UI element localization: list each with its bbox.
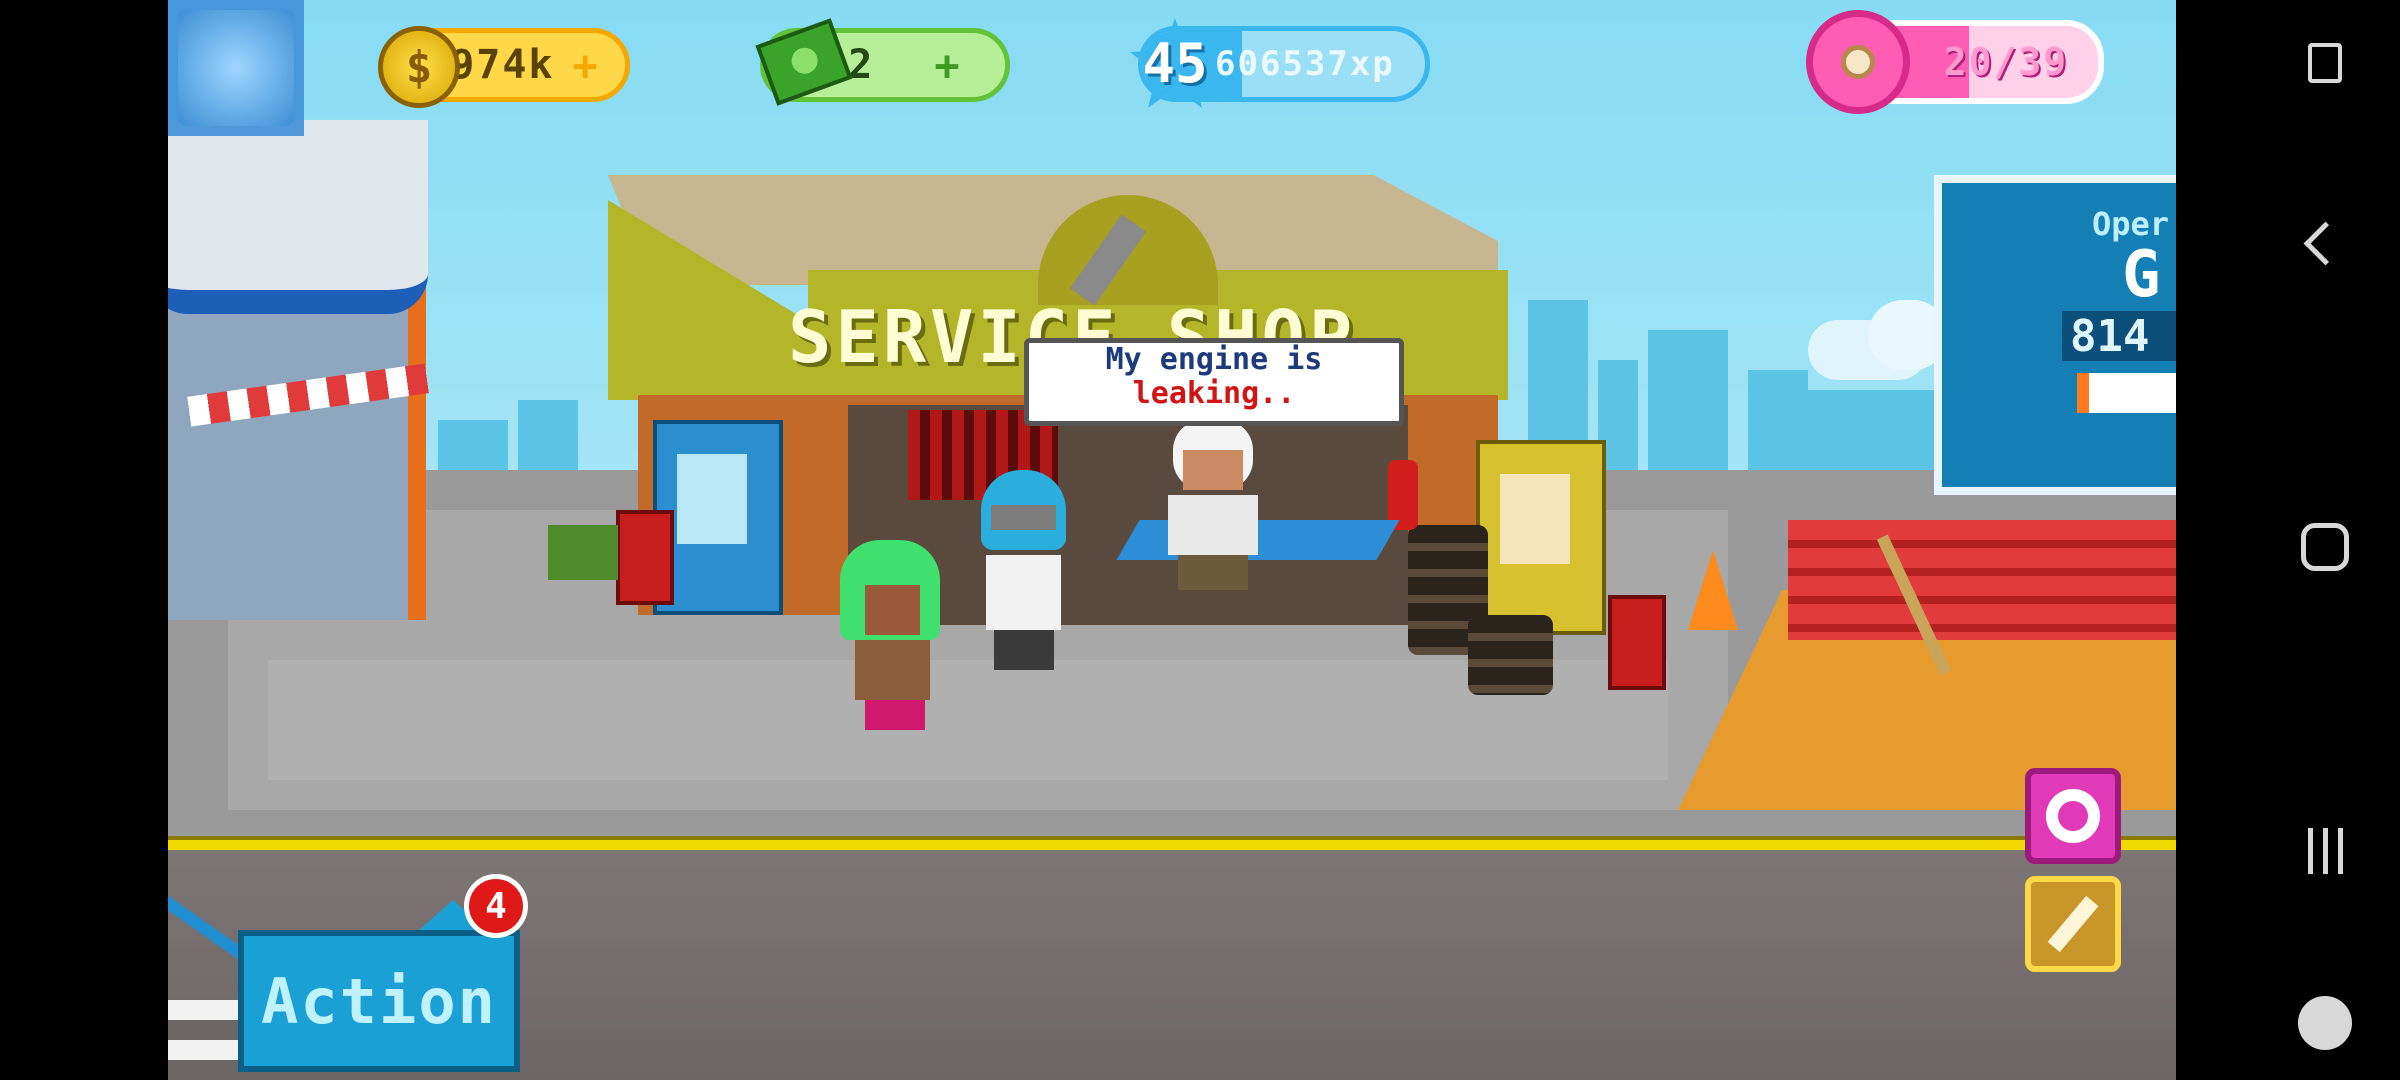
repair-button[interactable]: [2025, 876, 2121, 972]
wrench-icon: [1069, 214, 1147, 306]
coins-value: 974k: [450, 42, 555, 88]
coins-add-button[interactable]: +: [573, 41, 600, 90]
speech-line-1: My engine is: [1105, 342, 1323, 377]
cash-add-button[interactable]: +: [934, 41, 961, 90]
character-helmet[interactable]: [976, 470, 1071, 670]
dollar-coin-icon: $: [378, 26, 460, 108]
donut-value: 20/39: [1943, 40, 2069, 84]
billboard-big: G: [2122, 238, 2161, 312]
speech-line-2: leaking..: [1132, 376, 1296, 411]
action-button[interactable]: Action: [238, 930, 520, 1072]
character-green-hair[interactable]: [840, 540, 940, 730]
level-number: 45: [1142, 32, 1208, 95]
cash-value: 2: [848, 42, 875, 88]
game-tools-icon[interactable]: [2290, 988, 2360, 1058]
vending-machine-yellow[interactable]: [1476, 440, 1606, 635]
plaza-tiles: [268, 660, 1668, 780]
left-tower-roof: [168, 120, 428, 314]
mailbox: [1608, 595, 1666, 690]
plant-box: [548, 525, 618, 580]
wrench-icon: [2047, 895, 2099, 953]
action-badge: 4: [464, 874, 528, 938]
billboard[interactable]: Oper G 814: [1934, 175, 2176, 495]
screenshot-icon[interactable]: [2290, 28, 2360, 98]
donut-icon: [1806, 10, 1910, 114]
tire-stack: [1468, 615, 1553, 695]
xp-value: 606537xp: [1215, 44, 1395, 84]
speech-bubble: My engine is leaking..: [1024, 338, 1404, 426]
recent-apps-icon[interactable]: [2290, 816, 2360, 886]
donut-ring-icon: [2046, 789, 2100, 843]
avatar[interactable]: [178, 10, 294, 126]
billboard-value: 814: [2070, 311, 2150, 362]
donut-shop-button[interactable]: [2025, 768, 2121, 864]
red-stairs: [1788, 520, 2176, 640]
back-icon[interactable]: [2290, 208, 2360, 278]
mailbox: [616, 510, 674, 605]
home-icon[interactable]: [2290, 512, 2360, 582]
game-viewport[interactable]: SERVICE SHOP My engine is leaking.. Oper…: [168, 0, 2176, 1080]
character-old-man[interactable]: [1163, 420, 1263, 590]
